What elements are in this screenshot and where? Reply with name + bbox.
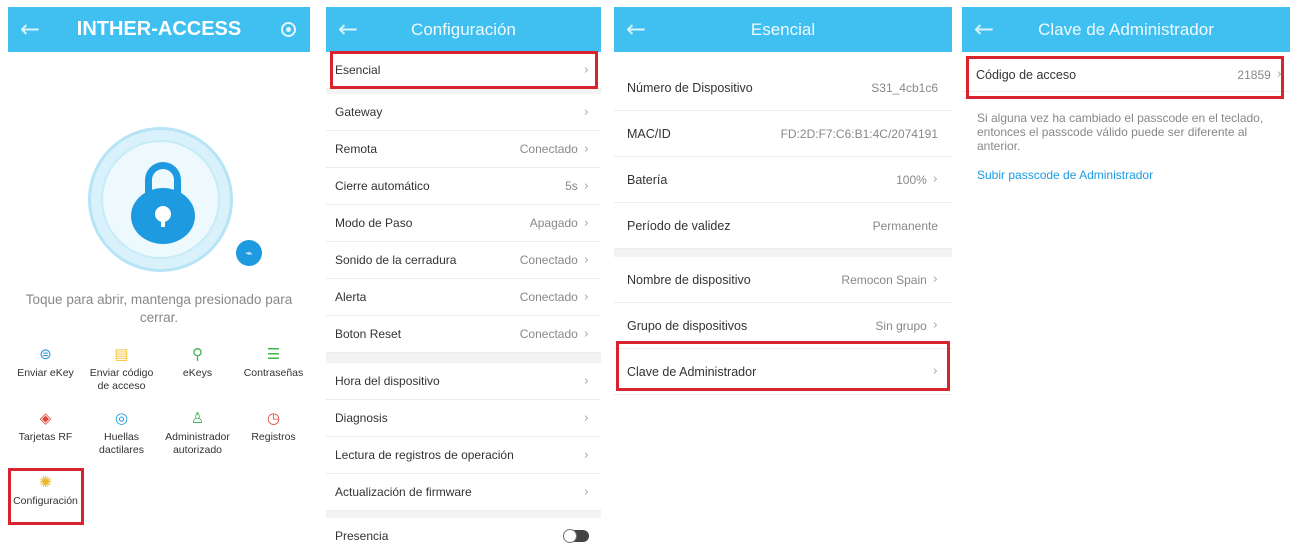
row-validity: Período de validez Permanente: [614, 203, 952, 249]
admin-key-screen: ← Clave de Administrador Código de acces…: [962, 7, 1290, 549]
settings-title: Configuración: [411, 19, 516, 39]
presence-toggle[interactable]: [563, 529, 589, 543]
chevron-right-icon: ›: [932, 318, 938, 333]
chevron-right-icon: ›: [583, 447, 589, 463]
chevron-right-icon: ›: [583, 178, 589, 194]
chevron-right-icon: ›: [932, 272, 938, 287]
chevron-right-icon: ›: [932, 172, 938, 187]
chevron-right-icon: ›: [583, 373, 589, 389]
passcode-icon: ▤: [114, 346, 129, 363]
app-title: INTHER-ACCESS: [76, 18, 242, 40]
unlock-button[interactable]: [88, 127, 233, 272]
row-boton-reset[interactable]: Boton Reset Conectado ›: [326, 316, 601, 353]
passcode-note: Si alguna vez ha cambiado el passcode en…: [977, 111, 1264, 153]
back-arrow-icon[interactable]: ←: [338, 14, 358, 44]
authorized-admin-button[interactable]: ♙ Administrador autorizado: [160, 411, 235, 457]
highlight-settings: [8, 468, 84, 525]
passwords-button[interactable]: ☰ Contraseñas: [236, 347, 310, 380]
fingerprints-button[interactable]: ◎ Huellas dactilares: [84, 411, 159, 457]
row-sonido[interactable]: Sonido de la cerradura Conectado ›: [326, 242, 601, 279]
ekeys-icon: ⚲: [192, 346, 203, 363]
essential-header: ← Esencial: [614, 7, 952, 52]
passwords-icon: ☰: [266, 346, 281, 363]
ekeys-button[interactable]: ⚲ eKeys: [160, 347, 235, 380]
target-icon[interactable]: [281, 22, 296, 37]
settings-list-b: Gateway › Remota Conectado › Cierre automát…: [326, 94, 601, 353]
settings-list-a: Esencial ›: [326, 52, 601, 89]
upload-admin-passcode-link[interactable]: Subir passcode de Administrador: [977, 168, 1153, 182]
row-device-number: Número de Dispositivo S31_4cb1c6: [614, 65, 952, 111]
row-lectura-registros[interactable]: Lectura de registros de operación ›: [326, 437, 601, 474]
essential-title: Esencial: [750, 19, 816, 39]
back-arrow-icon[interactable]: ←: [974, 14, 994, 44]
unlock-hint: Toque para abrir, mantenga presionado pa…: [25, 292, 293, 325]
chevron-right-icon: ›: [1276, 67, 1282, 82]
chevron-right-icon: ›: [583, 104, 589, 120]
admin-key-list: Código de acceso 21859 ›: [962, 58, 1290, 92]
row-remota[interactable]: Remota Conectado ›: [326, 131, 601, 168]
settings-list-c: Hora del dispositivo › Diagnosis › Lectura…: [326, 363, 601, 511]
row-esencial[interactable]: Esencial ›: [326, 52, 601, 89]
essential-edit-list: Nombre de dispositivo Remocon Spain › Grup…: [614, 257, 952, 395]
essential-info-list: Número de Dispositivo S31_4cb1c6 MAC/ID FD…: [614, 65, 952, 249]
records-icon: ◷: [266, 410, 281, 427]
chevron-right-icon: ›: [583, 410, 589, 426]
row-device-name[interactable]: Nombre de dispositivo Remocon Spain ›: [614, 257, 952, 303]
chevron-right-icon: ›: [583, 252, 589, 268]
chevron-right-icon: ›: [583, 484, 589, 500]
send-ekey-icon: ⊜: [39, 346, 52, 363]
row-admin-key[interactable]: Clave de Administrador ›: [614, 349, 952, 395]
row-hora[interactable]: Hora del dispositivo ›: [326, 363, 601, 400]
row-presencia[interactable]: Presencia: [326, 518, 601, 549]
settings-list-d: Presencia: [326, 518, 601, 549]
fingerprint-icon: ◎: [114, 410, 129, 427]
home-header: ← INTHER-ACCESS: [8, 7, 310, 52]
rf-cards-button[interactable]: ◈ Tarjetas RF: [8, 411, 83, 444]
home-screen: ← INTHER-ACCESS ⌁ Toque para abrir, mant…: [8, 7, 310, 549]
chevron-right-icon: ›: [583, 289, 589, 305]
chevron-right-icon: ›: [932, 364, 938, 379]
send-ekey-button[interactable]: ⊜ Enviar eKey: [8, 347, 83, 380]
back-arrow-icon[interactable]: ←: [626, 14, 646, 44]
row-cierre-automatico[interactable]: Cierre automático 5s ›: [326, 168, 601, 205]
admin-key-title: Clave de Administrador: [1038, 19, 1214, 39]
chevron-right-icon: ›: [583, 326, 589, 342]
row-device-group[interactable]: Grupo de dispositivos Sin grupo ›: [614, 303, 952, 349]
chevron-right-icon: ›: [583, 215, 589, 231]
row-mac-id: MAC/ID FD:2D:F7:C6:B1:4C/2074191: [614, 111, 952, 157]
row-alerta[interactable]: Alerta Conectado ›: [326, 279, 601, 316]
chevron-right-icon: ›: [583, 141, 589, 157]
row-battery[interactable]: Batería 100% ›: [614, 157, 952, 203]
row-firmware[interactable]: Actualización de firmware ›: [326, 474, 601, 511]
admin-icon: ♙: [190, 410, 205, 427]
row-diagnosis[interactable]: Diagnosis ›: [326, 400, 601, 437]
essential-screen: ← Esencial Número de Dispositivo S31_4cb1…: [614, 7, 952, 549]
admin-key-header: ← Clave de Administrador: [962, 7, 1290, 52]
nfc-icon[interactable]: ⌁: [236, 240, 262, 266]
row-access-code[interactable]: Código de acceso 21859 ›: [962, 58, 1290, 92]
chevron-right-icon: ›: [583, 62, 589, 78]
settings-header: ← Configuración: [326, 7, 601, 52]
keyhole-icon: [155, 206, 171, 227]
row-modo-de-paso[interactable]: Modo de Paso Apagado ›: [326, 205, 601, 242]
rf-card-icon: ◈: [39, 410, 52, 427]
records-button[interactable]: ◷ Registros: [236, 411, 310, 444]
section-divider: [614, 249, 952, 257]
send-passcode-button[interactable]: ▤ Enviar código de acceso: [84, 347, 159, 393]
settings-screen: ← Configuración Esencial › Gateway › Remot…: [326, 7, 601, 549]
back-arrow-icon[interactable]: ←: [20, 14, 40, 44]
row-gateway[interactable]: Gateway ›: [326, 94, 601, 131]
